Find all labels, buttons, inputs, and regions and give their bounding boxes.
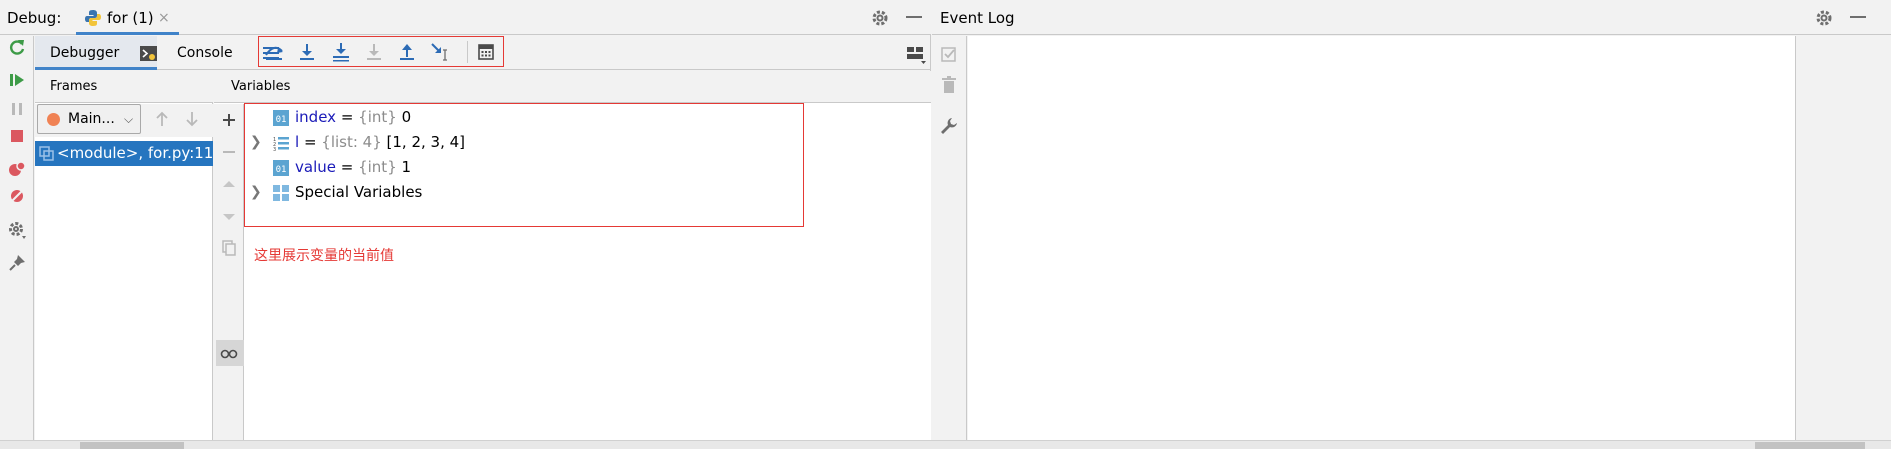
annotation-note: 这里展示变量的当前值 <box>254 248 394 264</box>
copy-icon[interactable] <box>219 238 239 258</box>
python-icon <box>85 10 101 26</box>
variable-row-value[interactable]: 01 value = {int} 1 <box>245 156 775 180</box>
gear-icon[interactable] <box>870 8 890 28</box>
int-variable-icon: 01 <box>273 160 289 176</box>
frame-label: <module>, for.py:11 <box>57 144 214 162</box>
move-down-icon[interactable] <box>219 206 239 226</box>
int-variable-icon: 01 <box>273 110 289 126</box>
step-into-icon[interactable] <box>330 41 352 63</box>
stepping-toolbar <box>258 36 504 67</box>
view-breakpoints-icon[interactable] <box>6 158 28 180</box>
thread-status-icon <box>47 113 60 126</box>
resume-icon[interactable] <box>6 69 28 91</box>
settings-icon[interactable] <box>6 219 28 241</box>
special-variables-icon <box>273 185 289 201</box>
run-to-cursor-icon[interactable] <box>429 41 451 63</box>
scrollbar-thumb[interactable] <box>1755 442 1865 449</box>
variable-type: {int} <box>358 108 397 126</box>
event-log-panel: Event Log <box>932 0 1891 449</box>
special-variables-label: Special Variables <box>295 183 423 201</box>
tab-debugger[interactable]: Debugger <box>35 36 157 70</box>
tab-console[interactable]: Console <box>140 36 260 70</box>
next-frame-icon[interactable] <box>183 109 201 129</box>
variables-list: 01 index = {int} 0 ❯ 1 2 3 l = {list: 4}… <box>244 103 804 227</box>
thread-dropdown[interactable]: Main... ⌵ <box>37 104 141 134</box>
event-log-content <box>968 36 1796 440</box>
mark-all-read-icon[interactable] <box>939 44 959 64</box>
minimize-icon[interactable] <box>1850 16 1866 18</box>
svg-text:3: 3 <box>273 147 276 151</box>
variables-header: Variables <box>214 71 931 103</box>
mute-breakpoints-icon[interactable] <box>6 185 28 207</box>
debug-title: Debug: <box>7 9 62 27</box>
trash-icon[interactable] <box>939 75 959 95</box>
horizontal-scrollbar[interactable] <box>0 440 1891 449</box>
variable-name: index <box>295 108 337 126</box>
previous-frame-icon[interactable] <box>153 109 171 129</box>
gear-icon[interactable] <box>1814 8 1834 28</box>
layout-settings-icon[interactable] <box>905 44 927 64</box>
variable-eq: = <box>335 158 359 176</box>
minimize-icon[interactable] <box>906 16 922 18</box>
toolbar-separator <box>467 41 468 63</box>
variable-value: 1 <box>396 158 412 176</box>
debug-title-bar: Debug: for (1) × <box>0 0 931 35</box>
variable-value: [1, 2, 3, 4] <box>381 133 466 151</box>
glasses-icon[interactable] <box>219 343 239 363</box>
rerun-icon[interactable] <box>6 36 28 58</box>
variable-value: 0 <box>396 108 412 126</box>
show-execution-point-icon[interactable] <box>263 41 285 63</box>
remove-watch-icon[interactable] <box>219 142 239 162</box>
thread-name: Main... <box>68 111 115 127</box>
list-variable-icon: 1 2 3 <box>273 137 289 151</box>
variable-name: value <box>295 158 336 176</box>
event-log-title-bar: Event Log <box>932 0 1891 35</box>
chevron-down-icon: ⌵ <box>124 112 134 126</box>
expand-chevron-icon[interactable]: ❯ <box>250 184 262 200</box>
variable-row-index[interactable]: 01 index = {int} 0 <box>245 106 775 130</box>
stop-icon[interactable] <box>6 125 28 147</box>
svg-text:01: 01 <box>276 165 287 175</box>
session-tab[interactable]: for (1) × <box>76 0 179 35</box>
frames-header: Frames <box>35 71 213 103</box>
scrollbar-thumb[interactable] <box>80 442 184 449</box>
variables-toolbar <box>214 104 244 449</box>
session-tab-label: for (1) <box>107 9 154 27</box>
variable-type: {int} <box>358 158 397 176</box>
add-watch-icon[interactable] <box>219 110 239 130</box>
frame-row[interactable]: <module>, for.py:11 <box>35 141 213 166</box>
debug-left-toolbar <box>0 36 34 449</box>
svg-text:01: 01 <box>276 115 287 125</box>
variable-type: {list: 4} <box>321 133 382 151</box>
variable-eq: = <box>299 133 322 151</box>
step-out-icon[interactable] <box>396 41 418 63</box>
pause-icon[interactable] <box>6 98 28 120</box>
frame-icon <box>39 146 54 161</box>
pin-icon[interactable] <box>6 252 28 274</box>
ide-window: Debug: for (1) × Debugger Console Frames… <box>0 0 1891 449</box>
evaluate-expression-icon[interactable] <box>475 41 497 63</box>
event-log-toolbar <box>932 36 967 440</box>
wrench-icon[interactable] <box>939 116 959 136</box>
close-icon[interactable]: × <box>158 10 170 26</box>
variables-panel: Variables 01 index = {int} 0 ❯ 1 2 3 l =… <box>214 71 931 449</box>
frames-panel: Frames Main... ⌵ <module>, for.py:11 <box>35 71 213 449</box>
expand-chevron-icon[interactable]: ❯ <box>250 134 262 150</box>
debug-panel: Debug: for (1) × Debugger Console Frames… <box>0 0 931 449</box>
variable-row-l[interactable]: ❯ 1 2 3 l = {list: 4} [1, 2, 3, 4] <box>245 131 775 155</box>
move-up-icon[interactable] <box>219 174 239 194</box>
variable-eq: = <box>336 108 359 126</box>
variable-row-special[interactable]: ❯ Special Variables <box>245 181 775 205</box>
event-log-title: Event Log <box>940 9 1015 27</box>
step-over-icon[interactable] <box>296 41 318 63</box>
force-step-into-icon[interactable] <box>363 41 385 63</box>
